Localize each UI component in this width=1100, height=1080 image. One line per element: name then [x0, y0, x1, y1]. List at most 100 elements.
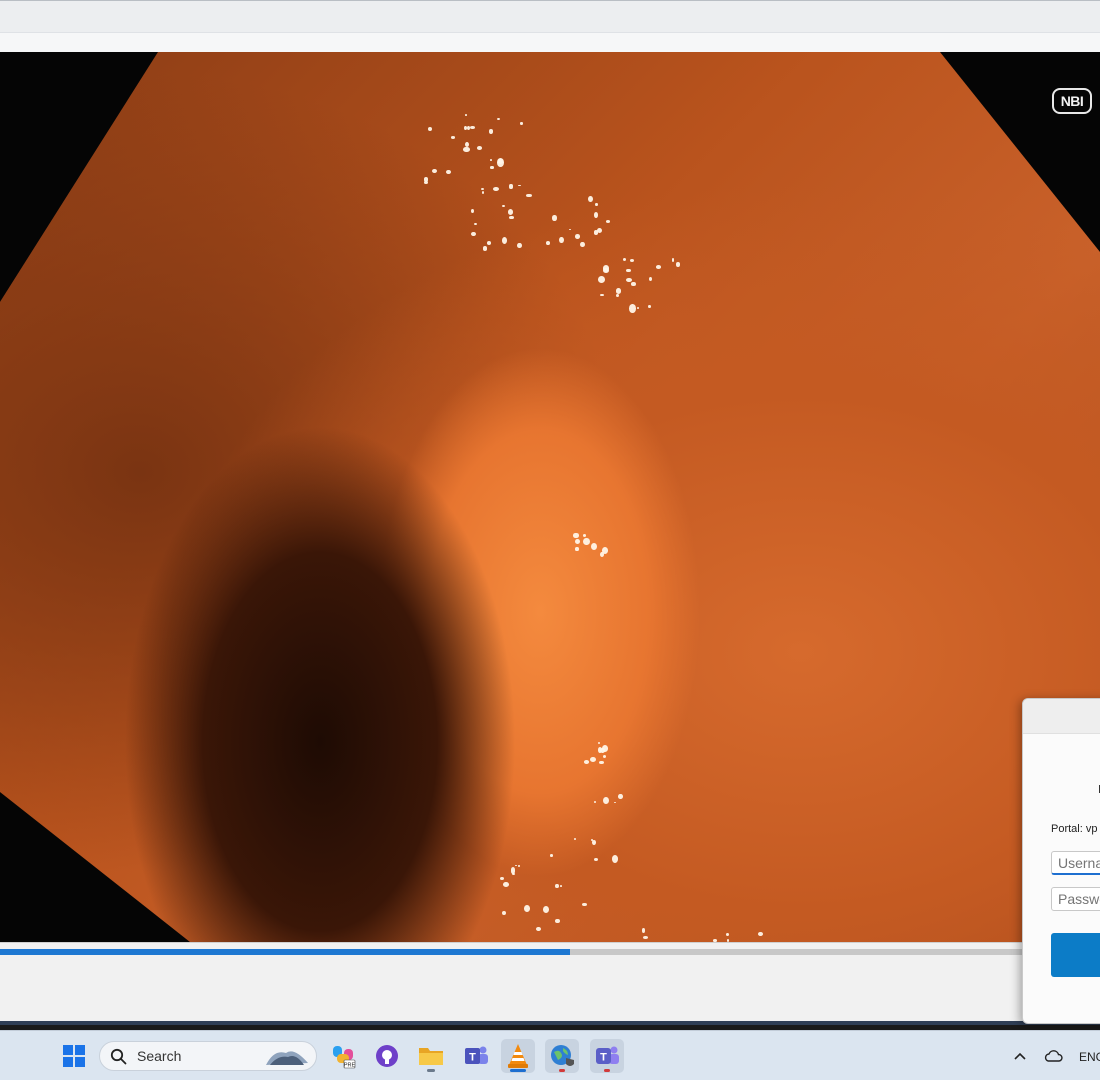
specular-highlight — [583, 760, 589, 764]
active-indicator — [510, 1069, 526, 1072]
specular-highlight — [600, 294, 605, 297]
endoscopy-video-frame — [0, 52, 1100, 942]
teams-new-button[interactable]: T — [590, 1039, 624, 1073]
video-viewport[interactable]: NBI — [0, 52, 1100, 942]
specular-highlight — [575, 547, 579, 551]
specular-highlight — [486, 240, 492, 246]
nbi-badge: NBI — [1052, 88, 1092, 114]
specular-highlight — [427, 126, 433, 132]
github-button[interactable] — [370, 1039, 404, 1073]
specular-highlight — [545, 241, 550, 246]
portal-label: Portal: vp — [1051, 823, 1098, 835]
specular-highlight — [583, 538, 591, 546]
svg-text:T: T — [469, 1052, 476, 1064]
start-button[interactable] — [57, 1039, 91, 1073]
attention-indicator — [559, 1069, 565, 1072]
username-input[interactable] — [1051, 851, 1100, 875]
password-input[interactable] — [1051, 887, 1100, 911]
specular-highlight — [552, 215, 557, 221]
specular-highlight — [517, 864, 521, 867]
onedrive-button[interactable] — [1043, 1048, 1063, 1064]
specular-highlight — [641, 928, 646, 933]
specular-highlight — [655, 265, 662, 270]
attention-indicator — [604, 1069, 610, 1072]
specular-highlight — [582, 533, 587, 537]
specular-highlight — [482, 246, 488, 252]
specular-highlight — [497, 158, 504, 167]
specular-highlight — [676, 262, 681, 267]
specular-highlight — [630, 258, 635, 262]
specular-highlight — [526, 193, 532, 197]
specular-highlight — [611, 854, 619, 864]
taskbar-search[interactable]: Search — [99, 1041, 317, 1071]
specular-highlight — [573, 533, 579, 538]
specular-highlight — [575, 233, 581, 239]
specular-highlight — [613, 801, 617, 804]
specular-highlight — [588, 195, 593, 202]
specular-highlight — [599, 747, 605, 754]
specular-highlight — [594, 211, 599, 218]
specular-highlight — [598, 742, 601, 745]
specular-highlight — [602, 267, 609, 274]
specular-highlight — [489, 158, 493, 161]
dialog-title-bar[interactable] — [1023, 699, 1100, 734]
specular-highlight — [488, 129, 493, 134]
player-controls — [0, 942, 1100, 1025]
specular-highlight — [558, 236, 564, 244]
specular-highlight — [671, 258, 675, 262]
connect-button[interactable] — [1051, 933, 1100, 977]
specular-highlight — [600, 552, 605, 558]
specular-highlight — [757, 931, 763, 937]
specular-highlight — [514, 864, 517, 867]
specular-highlight — [464, 114, 468, 117]
specular-highlight — [626, 268, 631, 273]
specular-highlight — [574, 539, 580, 545]
specular-highlight — [502, 204, 505, 207]
specular-highlight — [507, 208, 514, 215]
github-icon — [376, 1045, 398, 1067]
svg-text:PRE: PRE — [344, 1063, 356, 1069]
file-explorer-button[interactable] — [414, 1039, 448, 1073]
specular-highlight — [500, 877, 504, 881]
svg-text:T: T — [600, 1052, 607, 1064]
cloud-icon — [1044, 1050, 1063, 1062]
specular-highlight — [471, 232, 476, 237]
specular-highlight — [580, 241, 585, 248]
specular-highlight — [725, 932, 729, 937]
specular-highlight — [518, 184, 522, 187]
taskbar: Search PRE T T EN — [0, 1030, 1100, 1080]
copilot-button[interactable]: PRE — [326, 1039, 360, 1073]
show-hidden-icons-button[interactable] — [1012, 1048, 1028, 1064]
chevron-up-icon — [1014, 1052, 1026, 1060]
specular-highlight — [629, 304, 636, 314]
specular-highlight — [535, 926, 541, 932]
specular-highlight — [593, 800, 597, 803]
specular-highlight — [598, 276, 605, 284]
search-icon — [110, 1048, 127, 1065]
seek-bar[interactable] — [0, 949, 1100, 955]
window-menu-bar — [0, 32, 1100, 52]
specular-highlight — [602, 796, 610, 805]
input-language-indicator[interactable]: ENG — [1079, 1050, 1100, 1064]
specular-highlight — [509, 184, 513, 189]
vpn-client-button[interactable] — [545, 1039, 579, 1073]
specular-highlight — [591, 840, 597, 846]
specular-highlight — [618, 794, 623, 800]
specular-highlight — [512, 873, 515, 876]
vlc-icon — [508, 1044, 528, 1068]
specular-highlight — [470, 208, 475, 214]
specular-highlight — [593, 230, 599, 235]
specular-highlight — [502, 236, 508, 244]
copilot-icon: PRE — [333, 1046, 356, 1069]
specular-highlight — [476, 145, 482, 150]
search-highlight-icon — [266, 1051, 308, 1065]
vlc-button[interactable] — [501, 1039, 535, 1073]
specular-highlight — [615, 293, 619, 298]
specular-highlight — [642, 936, 648, 940]
teams-button[interactable]: T — [459, 1039, 493, 1073]
specular-highlight — [490, 165, 494, 169]
controls-divider — [0, 1021, 1100, 1025]
specular-highlight — [606, 220, 611, 224]
specular-highlight — [648, 276, 653, 282]
specular-highlight — [423, 181, 428, 185]
